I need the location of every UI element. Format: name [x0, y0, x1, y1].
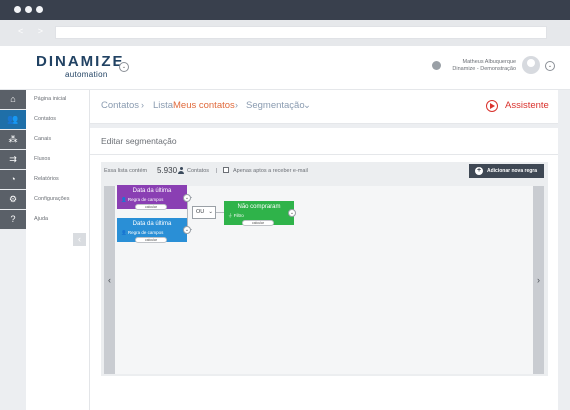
scroll-left-button[interactable]: ‹: [104, 186, 115, 374]
email-eligible-label[interactable]: Apenas aptos a receber e-mail: [233, 168, 308, 174]
help-icon[interactable]: ?: [0, 210, 26, 229]
window-close-dot[interactable]: [14, 6, 21, 13]
assistant-button[interactable]: Assistente: [505, 100, 549, 111]
rule-node-type: 👤 Regra de campos: [121, 230, 164, 235]
reports-icon[interactable]: ◔: [0, 170, 26, 189]
logo-subtitle: automation: [65, 70, 108, 79]
browser-nav-arrows[interactable]: < >: [18, 26, 49, 36]
contact-count: 5.930: [157, 166, 178, 175]
breadcrumb-meus-contatos[interactable]: Meus contatos: [173, 100, 235, 111]
rule-node-title: Data da última: [132, 188, 172, 194]
window-minimize-dot[interactable]: [25, 6, 32, 13]
contacts-icon[interactable]: 👥: [0, 110, 26, 129]
play-icon[interactable]: [486, 100, 498, 112]
calculate-button[interactable]: calcular: [242, 220, 274, 226]
user-menu-chevron-icon[interactable]: ⌄: [545, 61, 555, 71]
page-title: Editar segmentação: [101, 136, 177, 146]
channels-icon[interactable]: ⁂: [0, 130, 26, 149]
settings-icon[interactable]: ⚙: [0, 190, 26, 209]
operator-chevron-icon: ⌄: [208, 209, 213, 215]
sidebar-item-4[interactable]: Relatórios: [34, 176, 59, 182]
calculate-button[interactable]: calcular: [135, 204, 167, 210]
list-info-prefix: Essa lista contém: [104, 168, 148, 174]
sidebar-item-5[interactable]: Configurações: [34, 196, 69, 202]
avatar[interactable]: [522, 56, 540, 74]
home-icon[interactable]: ⌂: [0, 90, 26, 109]
breadcrumb-lista-prefix[interactable]: Lista: [153, 100, 173, 111]
person-icon: [178, 167, 184, 174]
info-divider: |: [216, 168, 218, 174]
window-maximize-dot[interactable]: [36, 6, 43, 13]
url-input[interactable]: [55, 26, 547, 39]
add-rule-label: Adicionar nova regra: [487, 168, 538, 174]
rule-node-type-label: Regra de campos: [127, 197, 164, 202]
connector-line: [216, 212, 224, 213]
rule-node-toggle-chevron-icon[interactable]: ⌄: [183, 194, 191, 202]
rule-node-toggle-chevron-icon[interactable]: ⌄: [183, 226, 191, 234]
breadcrumb-segmentacao-chevron-icon[interactable]: ⌄: [303, 100, 311, 111]
rule-node-type: 👤 Regra de campos: [121, 197, 164, 202]
logo[interactable]: DINAMIZE: [36, 53, 125, 70]
breadcrumb-separator: ›: [141, 100, 144, 110]
browser-titlebar: [0, 0, 570, 20]
sidebar-item-1[interactable]: Contatos: [34, 116, 56, 122]
flows-icon[interactable]: ⇉: [0, 150, 26, 169]
operator-value: OU: [196, 209, 205, 215]
filter-node-type: ⏚ Filtro: [228, 213, 244, 218]
rule-canvas-area[interactable]: [115, 186, 533, 374]
rule-node[interactable]: Data da última 👤 Regra de campos calcula…: [117, 218, 187, 243]
scroll-right-button[interactable]: ›: [533, 186, 544, 374]
filter-node-toggle-chevron-icon[interactable]: ⌄: [288, 209, 296, 217]
sidebar-item-2[interactable]: Canais: [34, 136, 51, 142]
add-rule-button[interactable]: + Adicionar nova regra: [469, 164, 544, 178]
calculate-button[interactable]: calcular: [135, 237, 167, 243]
breadcrumb-segmentacao[interactable]: Segmentação: [246, 100, 305, 111]
operator-select[interactable]: OU ⌄: [192, 206, 216, 219]
divider: [90, 154, 558, 155]
email-eligible-checkbox[interactable]: [223, 167, 229, 173]
breadcrumb-separator: ›: [235, 100, 238, 110]
sidebar-collapse-button[interactable]: ‹: [73, 233, 86, 246]
sidebar-item-3[interactable]: Fluxos: [34, 156, 50, 162]
filter-node-type-label: Filtro: [233, 213, 244, 218]
contact-count-suffix: Contatos: [187, 168, 210, 174]
breadcrumb-contatos[interactable]: Contatos: [101, 100, 139, 111]
logo-menu-chevron-icon[interactable]: ⌄: [119, 62, 129, 72]
sidebar-item-0[interactable]: Página inicial: [34, 96, 66, 102]
rule-node-type-label: Regra de campos: [127, 230, 164, 235]
rule-node[interactable]: Data da última 👤 Regra de campos calcula…: [117, 185, 187, 210]
user-organization: Dinamize - Demonstração: [452, 66, 516, 72]
user-name: Matheus Albuquerque: [462, 59, 516, 65]
filter-node[interactable]: Não compraram ⏚ Filtro calcular: [224, 201, 294, 226]
rule-node-title: Data da última: [132, 221, 172, 227]
plus-icon: +: [475, 167, 483, 175]
filter-node-title: Não compraram: [237, 204, 281, 210]
notification-icon[interactable]: [432, 61, 441, 70]
sidebar-item-6[interactable]: Ajuda: [34, 216, 48, 222]
